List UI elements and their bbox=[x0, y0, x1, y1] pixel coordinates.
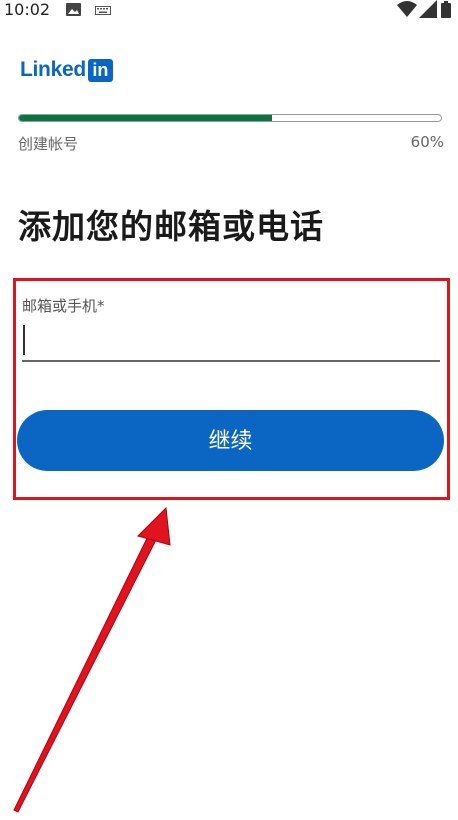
status-time: 10:02 bbox=[4, 0, 51, 19]
page-title: 添加您的邮箱或电话 bbox=[18, 207, 324, 246]
logo-word: Linked bbox=[20, 58, 86, 81]
logo-in-box: in bbox=[87, 58, 113, 82]
battery-icon bbox=[441, 1, 451, 18]
annotation-highlight-box bbox=[13, 278, 450, 500]
wifi-icon bbox=[397, 1, 417, 17]
progress-percent: 60% bbox=[410, 133, 444, 151]
linkedin-logo: Linked in bbox=[20, 58, 113, 82]
image-icon bbox=[66, 3, 81, 16]
annotation-arrowhead bbox=[137, 506, 171, 546]
progress-fill bbox=[19, 115, 273, 121]
signal-icon bbox=[419, 0, 437, 18]
keyboard-icon bbox=[95, 6, 111, 15]
status-bar: 10:02 bbox=[0, 0, 458, 22]
annotation-arrow-shaft bbox=[13, 527, 161, 813]
progress-bar bbox=[18, 114, 442, 122]
progress-label: 创建帐号 bbox=[18, 135, 79, 153]
